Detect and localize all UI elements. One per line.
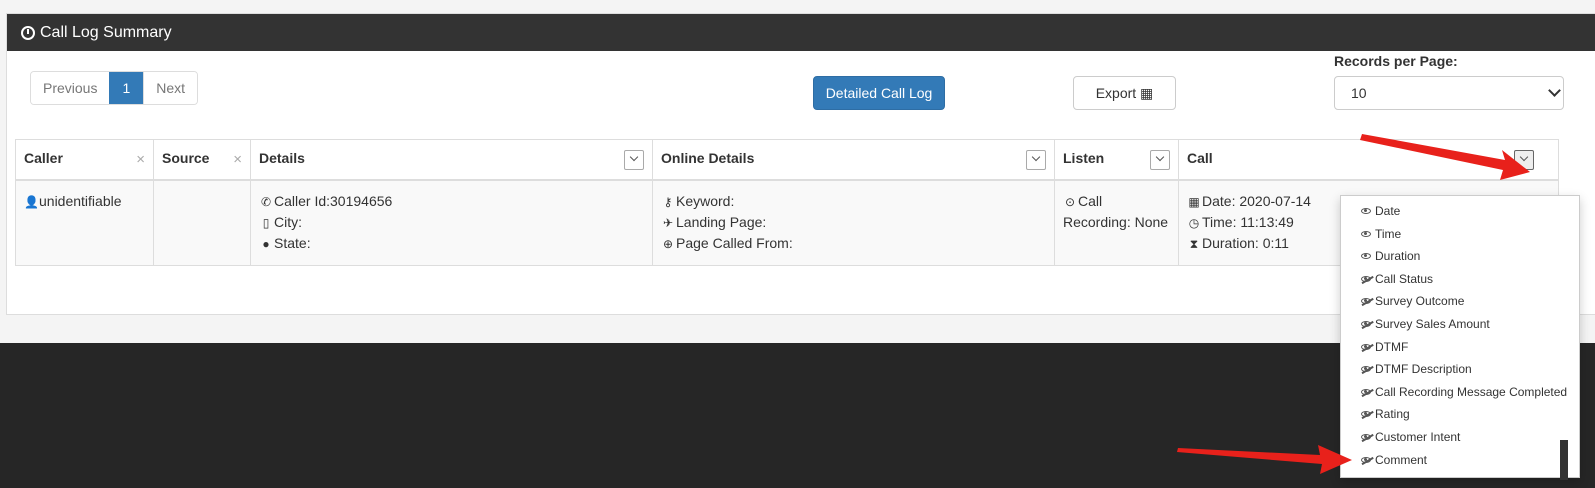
column-dropdown-button[interactable] — [1150, 150, 1170, 170]
menu-item-label: Call Recording Message Completed — [1375, 384, 1568, 399]
menu-item-customer-intent[interactable]: Customer Intent — [1341, 426, 1579, 449]
eye-icon — [1361, 253, 1371, 260]
page-called-from: Page Called From: — [676, 234, 793, 251]
column-header-source[interactable]: Source × — [153, 139, 251, 181]
column-dropdown-button[interactable] — [624, 150, 644, 170]
close-icon[interactable]: × — [136, 151, 145, 168]
menu-item-label: Rating — [1375, 407, 1410, 422]
detailed-call-log-button[interactable]: Detailed Call Log — [813, 76, 945, 110]
menu-item-label: Survey Outcome — [1375, 294, 1465, 309]
eye-slash-icon — [1361, 388, 1371, 395]
key-icon: ⚷ — [663, 194, 673, 209]
chevron-down-icon — [1548, 84, 1561, 97]
menu-item-label: Call Status — [1375, 271, 1434, 286]
landing-page: Landing Page: — [676, 213, 767, 230]
next-page-button[interactable]: Next — [143, 72, 198, 104]
map-icon: ▯ — [262, 215, 270, 230]
close-icon[interactable]: × — [233, 151, 242, 168]
menu-item-survey-sales-amount[interactable]: Survey Sales Amount — [1341, 313, 1579, 336]
eye-slash-icon — [1361, 411, 1371, 418]
hourglass-icon: ⧗ — [1189, 236, 1199, 251]
records-per-page-label: Records per Page: — [1334, 53, 1458, 69]
menu-item-label: Duration — [1375, 249, 1421, 264]
menu-item-call-status[interactable]: Call Status — [1341, 268, 1579, 291]
column-header-details[interactable]: Details — [250, 139, 653, 181]
globe-icon: ● — [262, 236, 270, 251]
column-header-label: Online Details — [661, 150, 755, 166]
column-visibility-menu: Date Time Duration Call Status Survey Ou… — [1340, 195, 1580, 478]
listen-call: Call — [1078, 192, 1103, 209]
eye-slash-icon — [1361, 320, 1371, 327]
zoom-icon: ⊕ — [662, 236, 674, 251]
menu-item-dtmf-description[interactable]: DTMF Description — [1341, 358, 1579, 381]
clock-icon: ◷ — [1188, 215, 1200, 230]
record-icon: ⊙ — [1064, 194, 1076, 209]
menu-item-duration[interactable]: Duration — [1341, 245, 1579, 268]
column-header-online-details[interactable]: Online Details — [652, 139, 1055, 181]
export-button[interactable]: Export ▦ — [1073, 76, 1176, 110]
cell-source — [153, 179, 251, 266]
city: City: — [274, 213, 302, 230]
calendar-icon: ▦ — [1188, 194, 1200, 209]
keyword: Keyword: — [676, 192, 735, 209]
eye-slash-icon — [1361, 366, 1371, 373]
caller-id: Caller Id:30194656 — [274, 192, 393, 209]
scrollbar-thumb[interactable] — [1560, 440, 1568, 480]
column-dropdown-button[interactable] — [1514, 150, 1534, 170]
menu-item-label: Survey Sales Amount — [1375, 316, 1490, 331]
previous-page-button[interactable]: Previous — [31, 72, 110, 104]
menu-item-label: Comment — [1375, 452, 1428, 467]
menu-item-time[interactable]: Time — [1341, 223, 1579, 246]
eye-icon — [1361, 208, 1371, 214]
eye-slash-icon — [1361, 433, 1371, 440]
column-header-caller[interactable]: Caller × — [15, 139, 154, 181]
menu-item-date[interactable]: Date — [1341, 200, 1579, 223]
menu-item-comment[interactable]: Comment — [1341, 449, 1579, 472]
cell-details: ✆ Caller Id:30194656 ▯ City: ● State: — [250, 179, 653, 266]
column-header-call[interactable]: Call — [1178, 139, 1559, 181]
menu-item-label: Customer Intent — [1375, 429, 1461, 444]
column-header-listen[interactable]: Listen — [1054, 139, 1179, 181]
phone-icon: ✆ — [260, 194, 272, 209]
menu-item-survey-outcome[interactable]: Survey Outcome — [1341, 290, 1579, 313]
menu-item-label: Date — [1375, 204, 1401, 218]
user-icon: 👤 — [24, 194, 39, 209]
column-header-label: Source — [162, 150, 210, 166]
eye-slash-icon — [1361, 298, 1371, 305]
panel-header: Call Log Summary — [7, 14, 1595, 51]
eye-slash-icon — [1361, 275, 1371, 282]
records-per-page-select[interactable]: 10 — [1334, 76, 1564, 110]
eye-icon — [1361, 230, 1371, 237]
column-header-label: Listen — [1063, 150, 1105, 166]
call-duration: Duration: 0:11 — [1202, 234, 1289, 251]
menu-item-label: Time — [1375, 226, 1402, 241]
cell-online-details: ⚷ Keyword: ✈ Landing Page: ⊕ Page Called Fr… — [652, 179, 1055, 266]
state: State: — [274, 234, 311, 251]
menu-item-label: DTMF — [1375, 339, 1409, 354]
pagination: Previous 1 Next — [30, 71, 199, 105]
menu-item-call-recording-message-completed[interactable]: Call Recording Message Completed — [1341, 381, 1579, 404]
page-1-button[interactable]: 1 — [109, 72, 144, 104]
menu-item-label: DTMF Description — [1375, 362, 1472, 377]
menu-item-rating[interactable]: Rating — [1341, 403, 1579, 426]
cell-listen: ⊙ Call Recording: None — [1054, 179, 1179, 266]
clock-icon — [21, 25, 35, 40]
column-header-label: Caller — [24, 150, 63, 166]
listen-recording: Recording: None — [1063, 213, 1169, 230]
column-header-label: Call — [1187, 150, 1213, 166]
call-time: Time: 11:13:49 — [1202, 213, 1294, 230]
eye-slash-icon — [1361, 343, 1371, 350]
records-per-page-value: 10 — [1351, 85, 1367, 101]
call-date: Date: 2020-07-14 — [1202, 192, 1311, 209]
caller-value: unidentifiable — [39, 192, 122, 209]
column-header-label: Details — [259, 150, 305, 166]
column-dropdown-button[interactable] — [1026, 150, 1046, 170]
panel-title: Call Log Summary — [40, 23, 172, 41]
plane-icon: ✈ — [662, 215, 674, 230]
cell-caller: 👤unidentifiable — [15, 179, 154, 266]
call-log-table: Caller × Source × Details Online Details L… — [15, 139, 1559, 266]
table-row: 👤unidentifiable ✆ Caller Id:30194656 ▯ Cit… — [15, 179, 1559, 266]
eye-slash-icon — [1361, 456, 1371, 463]
menu-item-dtmf[interactable]: DTMF — [1341, 336, 1579, 359]
